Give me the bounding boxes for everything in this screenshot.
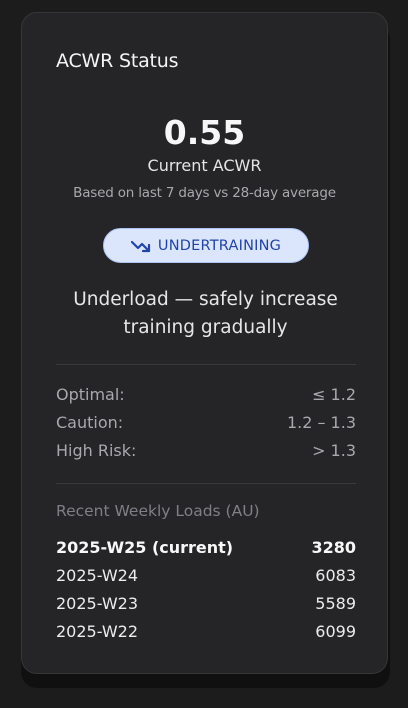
acwr-basis-note: Based on last 7 days vs 28-day average <box>73 185 336 201</box>
card-title: ACWR Status <box>56 50 179 72</box>
status-message: Underload — safely increase training gra… <box>73 289 338 338</box>
acwr-status-card: ACWR Status 0.55 Current ACWR Based on l… <box>21 12 388 674</box>
threshold-value: ≤ 1.2 <box>312 384 356 404</box>
threshold-label: Caution: <box>56 412 124 432</box>
threshold-value: 1.2 – 1.3 <box>286 412 356 432</box>
load-row-current: 2025-W25 (current) 3280 <box>56 536 356 558</box>
divider <box>56 364 356 365</box>
load-row: 2025-W24 6083 <box>56 564 356 586</box>
load-week: 2025-W23 <box>56 593 139 613</box>
load-week: 2025-W25 (current) <box>56 537 234 557</box>
threshold-label: High Risk: <box>56 440 137 460</box>
recent-loads-title: Recent Weekly Loads (AU) <box>56 502 260 520</box>
threshold-row-optimal: Optimal: ≤ 1.2 <box>56 383 356 405</box>
load-row: 2025-W22 6099 <box>56 620 356 642</box>
threshold-row-high-risk: High Risk: > 1.3 <box>56 439 356 461</box>
load-week: 2025-W24 <box>56 565 139 585</box>
trend-down-icon <box>130 240 151 252</box>
acwr-value-label: Current ACWR <box>147 156 262 175</box>
threshold-row-caution: Caution: 1.2 – 1.3 <box>56 411 356 433</box>
load-row: 2025-W23 5589 <box>56 592 356 614</box>
load-value: 6083 <box>315 565 356 585</box>
load-value: 3280 <box>311 537 356 557</box>
threshold-label: Optimal: <box>56 384 125 404</box>
status-badge: UNDERTRAINING <box>103 228 309 263</box>
load-week: 2025-W22 <box>56 621 139 641</box>
acwr-value: 0.55 <box>163 113 246 152</box>
status-badge-label: UNDERTRAINING <box>157 237 282 254</box>
divider <box>56 483 356 484</box>
load-value: 5589 <box>315 593 356 613</box>
threshold-value: > 1.3 <box>312 440 356 460</box>
load-value: 6099 <box>315 621 356 641</box>
